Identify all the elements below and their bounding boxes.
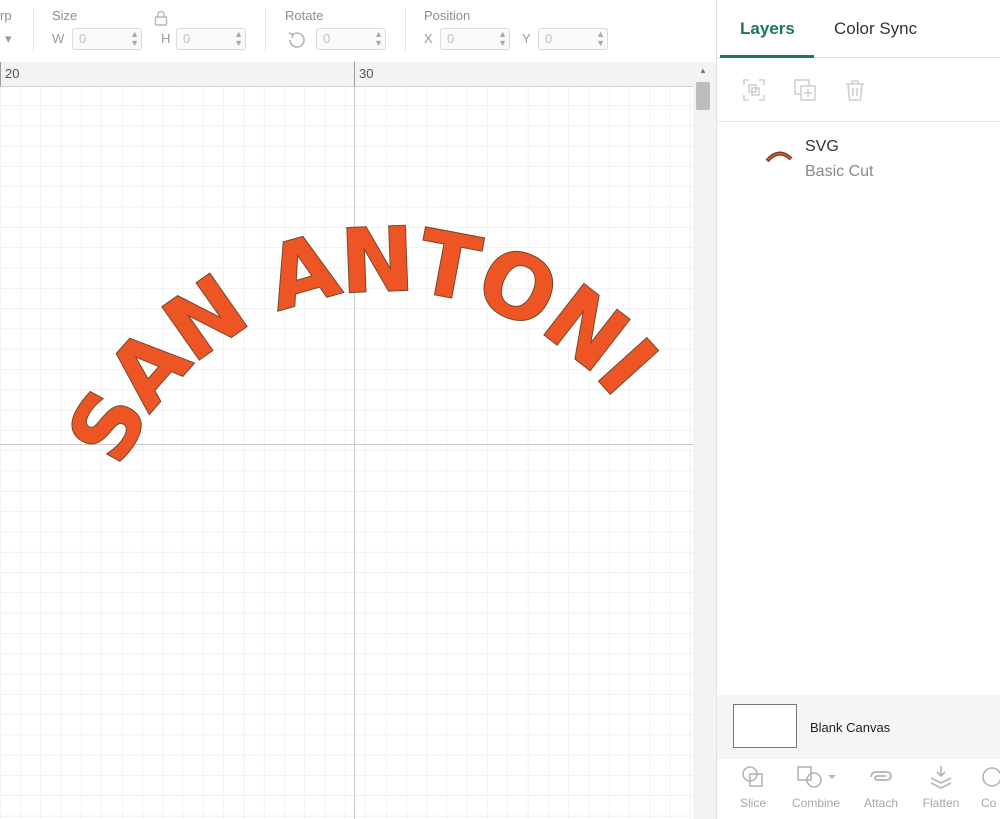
flatten-label: Flatten: [922, 796, 960, 810]
layer-thumbnail: [765, 151, 793, 163]
height-stepper[interactable]: ▲ ▼: [234, 30, 243, 48]
height-input[interactable]: 0 ▲ ▼: [176, 28, 246, 50]
ruler-mark-20: 20: [5, 66, 20, 81]
toolbar-divider: [405, 8, 406, 52]
layer-operation: Basic Cut: [805, 163, 874, 180]
tab-color-sync[interactable]: Color Sync: [834, 19, 917, 39]
width-axis-label: W: [52, 31, 65, 46]
width-stepper[interactable]: ▲ ▼: [130, 30, 139, 48]
x-position-input[interactable]: 0 ▲ ▼: [440, 28, 510, 50]
x-axis-label: X: [424, 31, 433, 46]
combine-label: Combine: [791, 796, 841, 810]
slice-label: Slice: [739, 796, 766, 810]
contour-icon: [982, 767, 1000, 787]
attach-label: Attach: [863, 796, 899, 810]
scrollbar-thumb[interactable]: [696, 82, 710, 110]
group-icon[interactable]: [742, 78, 766, 102]
slice-button[interactable]: Slice: [723, 764, 783, 810]
lock-icon[interactable]: [154, 10, 168, 26]
attach-icon: [870, 771, 892, 781]
width-input[interactable]: 0 ▲ ▼: [72, 28, 142, 50]
blank-canvas-label: Blank Canvas: [810, 720, 891, 735]
blank-canvas-layer[interactable]: Blank Canvas: [717, 695, 1000, 759]
layers-panel: Layers Color Sync SVG Basic Cut Blank Ca…: [716, 0, 1000, 819]
blank-canvas-thumbnail: [733, 704, 797, 748]
rotate-input[interactable]: 0 ▲ ▼: [316, 28, 386, 50]
active-tab-indicator: [720, 55, 814, 58]
attach-button[interactable]: Attach: [851, 764, 911, 810]
ruler-mark-30: 30: [359, 66, 374, 81]
toolbar-divider: [33, 8, 34, 52]
layer-title: SVG: [805, 138, 839, 155]
duplicate-icon[interactable]: [793, 78, 817, 102]
slice-icon: [742, 766, 763, 787]
rotate-icon: [288, 32, 305, 48]
combine-button[interactable]: Combine: [786, 764, 846, 810]
toolbar-divider: [265, 8, 266, 52]
flatten-button[interactable]: Flatten: [911, 764, 971, 810]
y-stepper[interactable]: ▲ ▼: [596, 30, 605, 48]
warp-dropdown-caret[interactable]: ▾: [5, 31, 12, 47]
x-stepper[interactable]: ▲ ▼: [498, 30, 507, 48]
design-canvas[interactable]: SAN ANTONIO 20 30 ▲: [0, 62, 716, 819]
position-label: Position: [424, 8, 471, 23]
height-axis-label: H: [161, 31, 171, 46]
scroll-up-arrow[interactable]: ▲: [699, 66, 707, 75]
warp-label: rp: [0, 8, 12, 23]
edit-toolbar: rp ▾ Size W 0 ▲ ▼ H 0 ▲ ▼ Rotate 0 ▲ ▼ Positio…: [0, 0, 716, 63]
combine-icon: [797, 766, 836, 788]
artwork-text: SAN ANTONIO: [0, 86, 678, 479]
y-axis-label: Y: [522, 31, 531, 46]
delete-icon[interactable]: [843, 78, 867, 102]
y-position-input[interactable]: 0 ▲ ▼: [538, 28, 608, 50]
contour-label: Co: [981, 796, 997, 810]
flatten-icon: [930, 766, 952, 789]
size-label: Size: [52, 8, 78, 23]
toolbar-divider: [717, 121, 1000, 122]
vertical-scrollbar[interactable]: ▲: [693, 62, 716, 819]
san-antonio-artwork[interactable]: SAN ANTONIO: [0, 86, 693, 819]
rotate-label: Rotate: [285, 8, 324, 23]
tab-layers[interactable]: Layers: [740, 19, 795, 39]
contour-button[interactable]: Co: [967, 764, 1000, 810]
rotate-stepper[interactable]: ▲ ▼: [374, 30, 383, 48]
horizontal-ruler: 20 30: [0, 62, 693, 87]
svg-text:SAN ANTONIO: SAN ANTONIO: [0, 86, 675, 478]
